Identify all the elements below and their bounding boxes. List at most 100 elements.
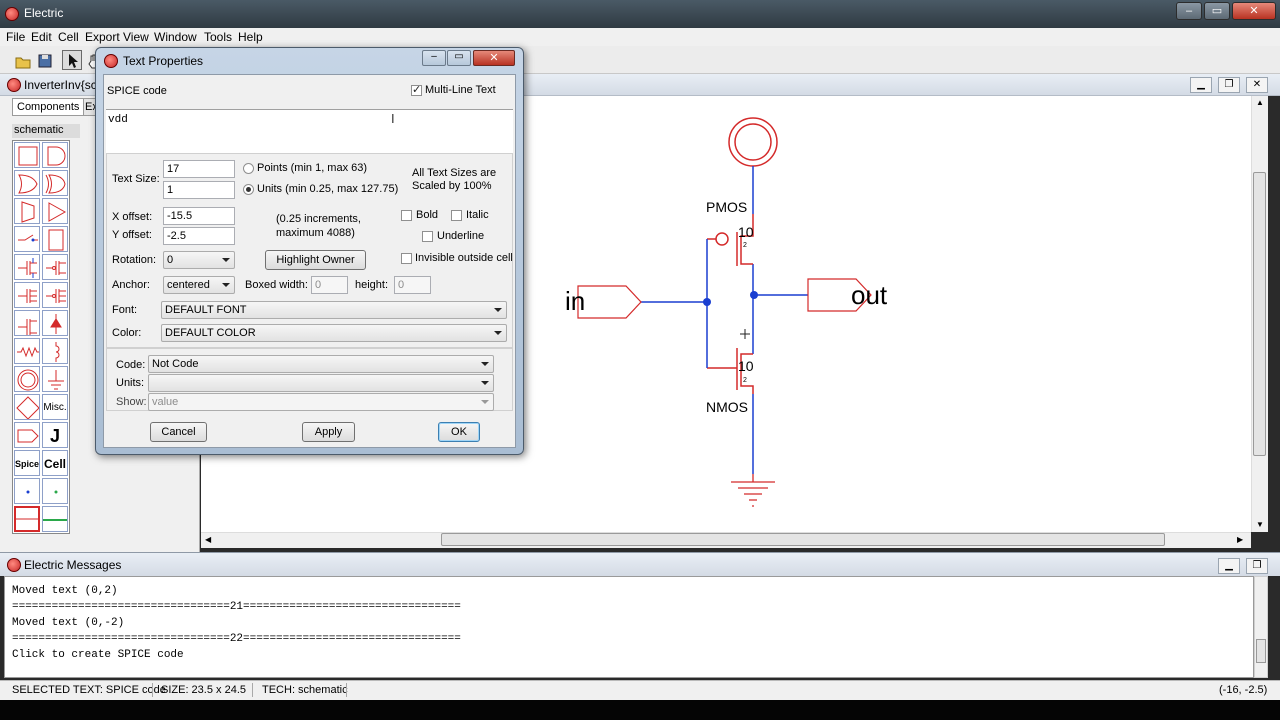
show-select[interactable]: value bbox=[148, 393, 494, 411]
inner-close-button[interactable]: ✕ bbox=[1246, 77, 1268, 93]
points-radio[interactable] bbox=[243, 163, 254, 174]
palette-inductor[interactable] bbox=[42, 338, 68, 364]
menu-help[interactable]: Help bbox=[238, 30, 263, 44]
menu-file[interactable]: File bbox=[6, 30, 25, 44]
palette-box[interactable] bbox=[14, 142, 40, 168]
nmos-size-label[interactable]: 10 bbox=[738, 358, 754, 374]
palette-j[interactable]: J bbox=[42, 422, 68, 448]
palette-export[interactable] bbox=[14, 422, 40, 448]
chevron-down-icon bbox=[222, 258, 230, 262]
underline-checkbox[interactable] bbox=[422, 231, 433, 242]
save-button[interactable] bbox=[34, 50, 54, 70]
palette-normal-transistor[interactable] bbox=[14, 310, 40, 336]
units-select[interactable] bbox=[148, 374, 494, 392]
dialog-minimize-button[interactable]: – bbox=[422, 50, 446, 66]
inner-restore-button[interactable]: ❐ bbox=[1218, 77, 1240, 93]
menu-cell[interactable]: Cell bbox=[58, 30, 79, 44]
palette-bus-arc[interactable] bbox=[42, 506, 68, 532]
height-input[interactable]: 0 bbox=[394, 276, 431, 294]
inner-minimize-button[interactable]: ▁ bbox=[1190, 77, 1212, 93]
in-export-pin[interactable] bbox=[577, 285, 642, 319]
cancel-button[interactable]: Cancel bbox=[150, 422, 207, 442]
palette-bus-pin[interactable] bbox=[42, 478, 68, 504]
canvas-vertical-scroll-thumb[interactable] bbox=[1253, 172, 1266, 456]
ground-symbol[interactable] bbox=[731, 474, 775, 507]
scroll-down-arrow-icon[interactable]: ▼ bbox=[1256, 520, 1264, 529]
messages-scroll-thumb[interactable] bbox=[1256, 639, 1266, 663]
scroll-up-arrow-icon[interactable]: ▲ bbox=[1256, 98, 1264, 107]
messages-log[interactable]: Moved text (0,2) =======================… bbox=[4, 576, 1254, 678]
palette-flip-flop[interactable] bbox=[42, 226, 68, 252]
palette-ground[interactable] bbox=[42, 366, 68, 392]
palette-or-gate[interactable] bbox=[14, 170, 40, 196]
canvas-horizontal-scroll-thumb[interactable] bbox=[441, 533, 1165, 546]
bold-checkbox[interactable] bbox=[401, 210, 412, 221]
palette-npn-transistor[interactable] bbox=[14, 282, 40, 308]
palette-global[interactable] bbox=[14, 394, 40, 420]
pmos-size-label[interactable]: 10 bbox=[738, 224, 754, 240]
tab-components[interactable]: Components bbox=[12, 98, 85, 116]
out-export-label[interactable]: out bbox=[851, 280, 887, 311]
messages-minimize-button[interactable]: ▁ bbox=[1218, 558, 1240, 574]
highlight-owner-button[interactable]: Highlight Owner bbox=[265, 250, 366, 270]
close-button[interactable]: ✕ bbox=[1232, 2, 1276, 20]
dialog-maximize-button[interactable]: ▭ bbox=[447, 50, 471, 66]
palette-xor-gate[interactable] bbox=[42, 170, 68, 196]
menu-export[interactable]: Export bbox=[85, 30, 120, 44]
units-radio[interactable] bbox=[243, 184, 254, 195]
maximize-button[interactable]: ▭ bbox=[1204, 2, 1230, 20]
font-select[interactable]: DEFAULT FONT bbox=[161, 301, 507, 319]
dialog-close-button[interactable]: ✕ bbox=[473, 50, 515, 66]
anchor-select[interactable]: centered bbox=[163, 276, 235, 294]
y-offset-input[interactable]: -2.5 bbox=[163, 227, 235, 245]
pmos-transistor[interactable] bbox=[707, 214, 754, 266]
palette-pmos-transistor[interactable] bbox=[42, 254, 68, 280]
menu-edit[interactable]: Edit bbox=[31, 30, 52, 44]
palette-misc[interactable]: Misc. bbox=[42, 394, 68, 420]
scroll-right-arrow-icon[interactable]: ▶ bbox=[1237, 535, 1243, 544]
pmos-label[interactable]: PMOS bbox=[706, 199, 747, 215]
palette-mux[interactable] bbox=[14, 198, 40, 224]
palette-resistor[interactable] bbox=[14, 338, 40, 364]
increments-note-line1: (0.25 increments, bbox=[276, 213, 361, 225]
power-symbol[interactable] bbox=[728, 117, 778, 167]
palette-and-gate[interactable] bbox=[42, 142, 68, 168]
palette-diode[interactable] bbox=[42, 310, 68, 336]
x-offset-input[interactable]: -15.5 bbox=[163, 207, 235, 225]
italic-checkbox[interactable] bbox=[451, 210, 462, 221]
multiline-checkbox[interactable] bbox=[411, 83, 422, 96]
palette-wire-pin[interactable] bbox=[14, 478, 40, 504]
code-select[interactable]: Not Code bbox=[148, 355, 494, 373]
messages-scrollbar[interactable] bbox=[1254, 576, 1268, 678]
minimize-button[interactable]: – bbox=[1176, 2, 1202, 20]
text-size-points-input[interactable]: 17 bbox=[163, 160, 235, 178]
palette-cell[interactable]: Cell bbox=[42, 450, 68, 476]
rotation-select[interactable]: 0 bbox=[163, 251, 235, 269]
text-size-units-input[interactable]: 1 bbox=[163, 181, 235, 199]
palette-wire-arc[interactable] bbox=[14, 506, 40, 532]
palette-buffer[interactable] bbox=[42, 198, 68, 224]
show-label: Show: bbox=[116, 396, 147, 408]
menu-tools[interactable]: Tools bbox=[204, 30, 232, 44]
invisible-outside-checkbox[interactable] bbox=[401, 253, 412, 264]
palette-power[interactable] bbox=[14, 366, 40, 392]
palette-spice[interactable]: Spice bbox=[14, 450, 40, 476]
text-content-area[interactable]: vdd bbox=[106, 109, 513, 153]
chevron-down-icon bbox=[481, 362, 489, 366]
apply-button[interactable]: Apply bbox=[302, 422, 355, 442]
select-tool-button[interactable] bbox=[62, 50, 82, 70]
ok-button[interactable]: OK bbox=[438, 422, 480, 442]
messages-restore-button[interactable]: ❐ bbox=[1246, 558, 1268, 574]
palette-switch[interactable] bbox=[14, 226, 40, 252]
nmos-label[interactable]: NMOS bbox=[706, 399, 748, 415]
menu-window[interactable]: Window bbox=[154, 30, 197, 44]
menu-view[interactable]: View bbox=[123, 30, 149, 44]
boxed-width-input[interactable]: 0 bbox=[311, 276, 348, 294]
palette-pnp-transistor[interactable] bbox=[42, 282, 68, 308]
color-select[interactable]: DEFAULT COLOR bbox=[161, 324, 507, 342]
open-folder-button[interactable] bbox=[12, 50, 32, 70]
message-line: =================================21=====… bbox=[12, 601, 461, 613]
palette-nmos-transistor[interactable] bbox=[14, 254, 40, 280]
scroll-left-arrow-icon[interactable]: ◀ bbox=[205, 535, 211, 544]
in-export-label[interactable]: in bbox=[565, 286, 585, 317]
